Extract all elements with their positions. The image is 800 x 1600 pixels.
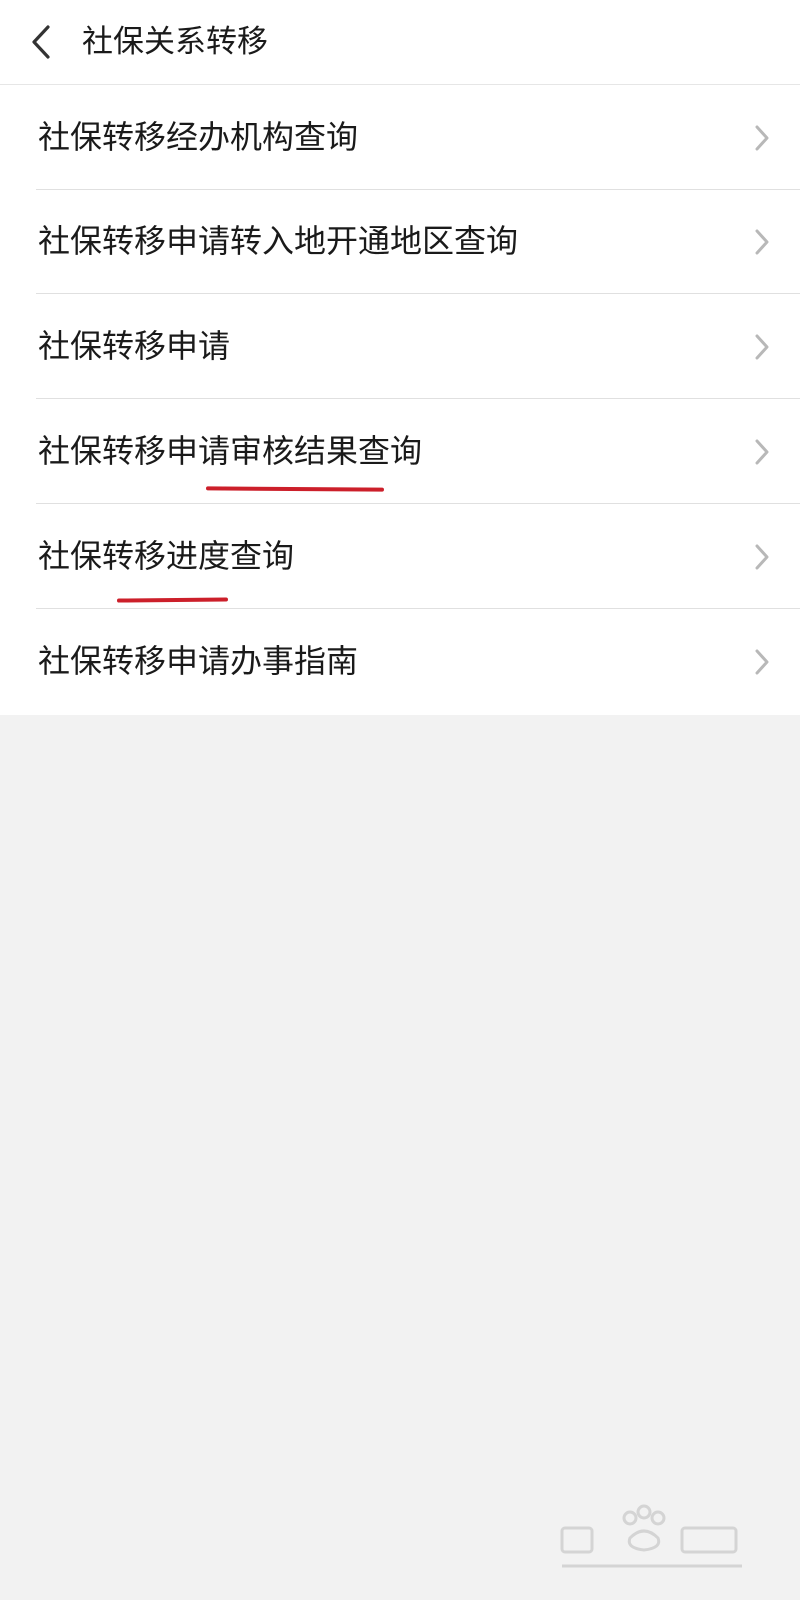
- menu-item-label: 社保转移申请: [38, 327, 231, 365]
- chevron-right-icon: [752, 123, 772, 153]
- menu-item-transfer-apply[interactable]: 社保转移申请: [0, 294, 800, 399]
- menu-item-label: 社保转移申请办事指南: [38, 642, 359, 680]
- menu-item-guide[interactable]: 社保转移申请办事指南: [0, 609, 800, 714]
- chevron-right-icon: [752, 542, 772, 572]
- menu-item-review-result-query[interactable]: 社保转移申请审核结果查询: [0, 399, 800, 504]
- menu-list: 社保转移经办机构查询 社保转移申请转入地开通地区查询 社保转移申请 社保转移申请…: [0, 85, 800, 715]
- back-button[interactable]: [22, 18, 62, 66]
- menu-item-label: 社保转移经办机构查询: [38, 118, 359, 156]
- menu-item-progress-query[interactable]: 社保转移进度查询: [0, 504, 800, 609]
- page-title: 社保关系转移: [82, 24, 268, 60]
- chevron-left-icon: [22, 18, 62, 66]
- top-bar: 社保关系转移: [0, 0, 800, 85]
- chevron-right-icon: [752, 227, 772, 257]
- menu-item-label: 社保转移进度查询: [38, 537, 295, 575]
- chevron-right-icon: [752, 647, 772, 677]
- menu-item-label: 社保转移申请转入地开通地区查询: [38, 222, 519, 260]
- chevron-right-icon: [752, 437, 772, 467]
- watermark-logo: [552, 1500, 752, 1580]
- chevron-right-icon: [752, 332, 772, 362]
- menu-item-region-query[interactable]: 社保转移申请转入地开通地区查询: [0, 189, 800, 294]
- menu-item-agency-query[interactable]: 社保转移经办机构查询: [0, 85, 800, 190]
